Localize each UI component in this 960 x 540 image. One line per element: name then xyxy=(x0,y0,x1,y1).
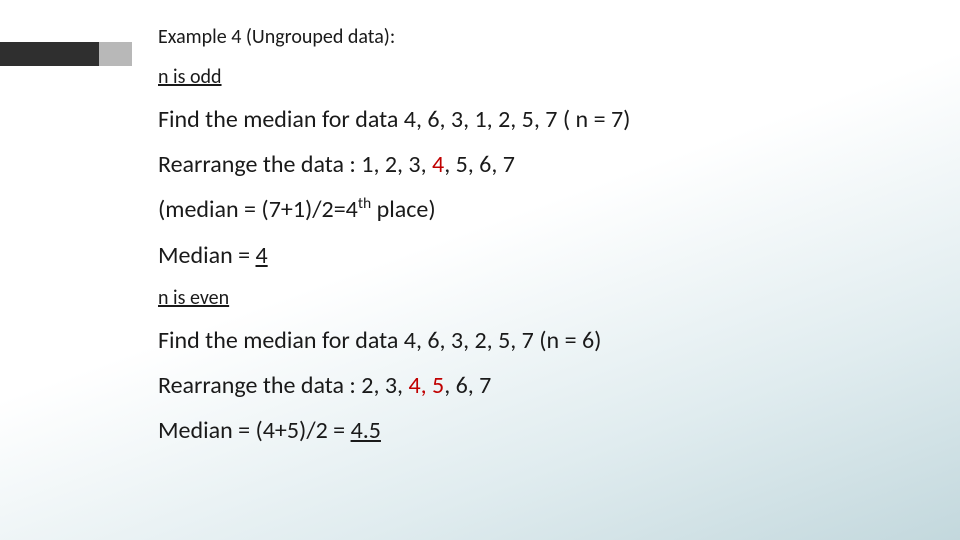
odd-result-line: Median = 4 xyxy=(158,240,898,271)
even-find-line: Find the median for data 4, 6, 3, 2, 5, … xyxy=(158,325,898,356)
odd-formula-post: place) xyxy=(371,195,435,224)
accent-bar-light xyxy=(99,42,132,66)
odd-result-pre: Median = xyxy=(158,241,256,270)
accent-bar-dark xyxy=(0,42,99,66)
odd-rearrange-highlight: 4 xyxy=(432,150,444,179)
even-rearrange-highlight: 4, 5 xyxy=(408,371,444,400)
even-heading: n is even xyxy=(158,285,898,311)
odd-find-line: Find the median for data 4, 6, 3, 1, 2, … xyxy=(158,104,898,135)
odd-rearrange-post: , 5, 6, 7 xyxy=(444,150,515,179)
odd-rearrange-pre: Rearrange the data : 1, 2, 3, xyxy=(158,150,432,179)
odd-rearrange-line: Rearrange the data : 1, 2, 3, 4, 5, 6, 7 xyxy=(158,149,898,180)
odd-heading: n is odd xyxy=(158,64,898,90)
even-rearrange-pre: Rearrange the data : 2, 3, xyxy=(158,371,408,400)
even-rearrange-line: Rearrange the data : 2, 3, 4, 5, 6, 7 xyxy=(158,370,898,401)
odd-formula-pre: (median = (7+1)/2=4 xyxy=(158,195,358,224)
even-heading-text: n is even xyxy=(158,286,229,310)
even-result-line: Median = (4+5)/2 = 4.5 xyxy=(158,415,898,446)
accent-bar xyxy=(0,42,132,66)
slide-content: Example 4 (Ungrouped data): n is odd Fin… xyxy=(158,24,898,460)
odd-result-value: 4 xyxy=(256,241,268,270)
odd-formula-line: (median = (7+1)/2=4th place) xyxy=(158,194,898,225)
even-result-pre: Median = (4+5)/2 = xyxy=(158,416,351,445)
example-title: Example 4 (Ungrouped data): xyxy=(158,24,898,50)
odd-heading-text: n is odd xyxy=(158,65,222,89)
slide: Example 4 (Ungrouped data): n is odd Fin… xyxy=(0,0,960,540)
even-result-value: 4.5 xyxy=(351,416,381,445)
even-rearrange-post: , 6, 7 xyxy=(444,371,491,400)
odd-formula-sup: th xyxy=(358,194,371,213)
